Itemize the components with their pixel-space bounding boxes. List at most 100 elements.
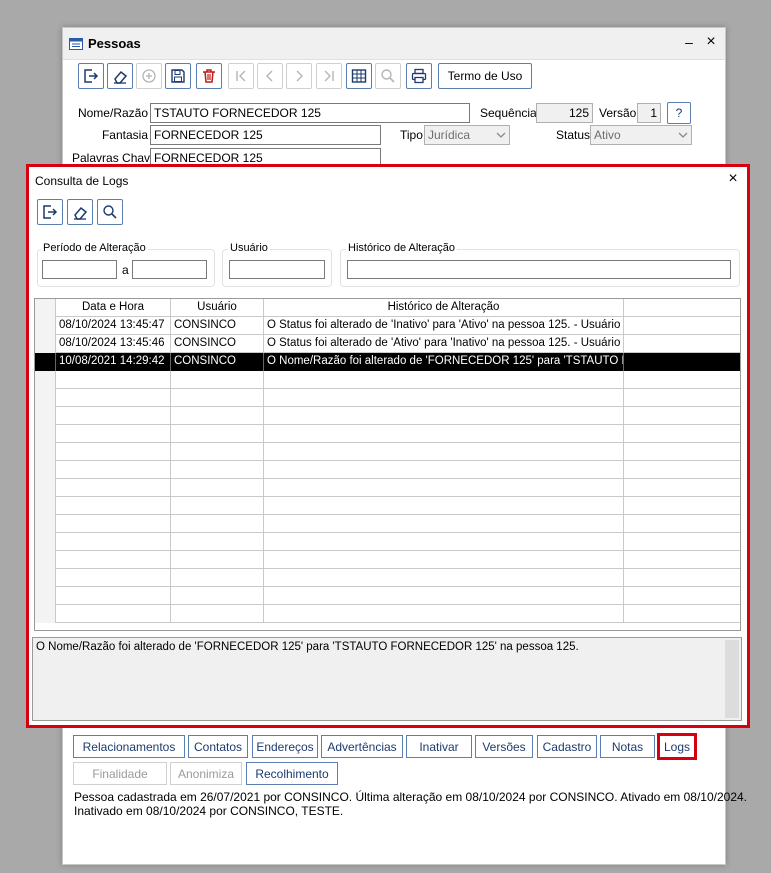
tipo-select[interactable]: Jurídica	[424, 125, 510, 145]
table-row[interactable]: 08/10/2024 13:45:46 CONSINCO O Status foi …	[35, 335, 740, 353]
cell-usuario	[171, 605, 264, 623]
tab-advertencias[interactable]: Advertências	[321, 735, 403, 758]
tab-cadastro[interactable]: Cadastro	[537, 735, 597, 758]
chevron-down-icon	[678, 132, 688, 138]
cell-extra	[624, 425, 740, 443]
table-row[interactable]	[35, 551, 740, 569]
cell-usuario: CONSINCO	[171, 335, 264, 353]
first-record-button[interactable]	[228, 63, 254, 89]
sequencia-field[interactable]: 125	[536, 103, 593, 123]
row-selector	[35, 389, 56, 407]
col-header-usuario[interactable]: Usuário	[171, 299, 264, 317]
next-record-button[interactable]	[286, 63, 312, 89]
table-row[interactable]	[35, 443, 740, 461]
clear-button[interactable]	[107, 63, 133, 89]
row-selector	[35, 317, 56, 335]
table-row[interactable]	[35, 461, 740, 479]
tab-enderecos[interactable]: Endereços	[252, 735, 318, 758]
table-row[interactable]	[35, 407, 740, 425]
versao-field[interactable]: 1	[637, 103, 661, 123]
tab-inativar[interactable]: Inativar	[406, 735, 472, 758]
cell-usuario	[171, 497, 264, 515]
logs-grid[interactable]: Data e Hora Usuário Histórico de Alteraç…	[34, 298, 741, 631]
last-icon	[324, 70, 334, 82]
cell-data-hora: 08/10/2024 13:45:46	[56, 335, 171, 353]
table-row[interactable]	[35, 515, 740, 533]
usuario-field[interactable]	[229, 260, 325, 279]
tab-finalidade[interactable]: Finalidade	[73, 762, 167, 785]
status-value: Ativo	[594, 128, 621, 142]
cell-data-hora	[56, 551, 171, 569]
periodo-end-field[interactable]	[132, 260, 207, 279]
grid-view-button[interactable]	[346, 63, 372, 89]
help-button[interactable]: ?	[667, 102, 691, 124]
table-row[interactable]	[35, 389, 740, 407]
grid-header: Data e Hora Usuário Histórico de Alteraç…	[35, 299, 740, 317]
cell-historico	[264, 605, 624, 623]
table-row[interactable]	[35, 479, 740, 497]
save-button[interactable]	[165, 63, 191, 89]
cell-usuario	[171, 515, 264, 533]
cell-extra	[624, 605, 740, 623]
table-row[interactable]	[35, 425, 740, 443]
cell-usuario	[171, 407, 264, 425]
tab-logs[interactable]: Logs	[657, 733, 697, 760]
cell-extra	[624, 533, 740, 551]
nome-field[interactable]: TSTAUTO FORNECEDOR 125	[150, 103, 470, 123]
historico-label: Histórico de Alteração	[346, 242, 457, 254]
table-row[interactable]	[35, 569, 740, 587]
last-record-button[interactable]	[316, 63, 342, 89]
fantasia-label: Fantasia	[101, 128, 148, 142]
periodo-start-field[interactable]	[42, 260, 117, 279]
delete-button[interactable]	[196, 63, 222, 89]
log-detail-text: O Nome/Razão foi alterado de 'FORNECEDOR…	[36, 641, 579, 653]
cell-historico: O Status foi alterado de 'Ativo' para 'I…	[264, 335, 624, 353]
dialog-search-button[interactable]	[97, 199, 123, 225]
dialog-exit-button[interactable]	[37, 199, 63, 225]
col-header-data-hora[interactable]: Data e Hora	[56, 299, 171, 317]
table-row[interactable]	[35, 497, 740, 515]
search-button[interactable]	[375, 63, 401, 89]
cell-usuario	[171, 533, 264, 551]
window-title: Pessoas	[88, 36, 141, 51]
tab-notas[interactable]: Notas	[600, 735, 655, 758]
previous-record-button[interactable]	[257, 63, 283, 89]
row-selector	[35, 551, 56, 569]
termo-de-uso-button[interactable]: Termo de Uso	[438, 63, 532, 89]
table-row[interactable]	[35, 587, 740, 605]
row-selector	[35, 353, 56, 371]
tab-relacionamentos[interactable]: Relacionamentos	[73, 735, 185, 758]
table-row[interactable]: 10/08/2021 14:29:42 CONSINCO O Nome/Razão …	[35, 353, 740, 371]
fantasia-field[interactable]: FORNECEDOR 125	[150, 125, 381, 145]
cell-extra	[624, 497, 740, 515]
tab-anonimiza[interactable]: Anonimiza	[170, 762, 242, 785]
status-select[interactable]: Ativo	[590, 125, 692, 145]
cell-extra	[624, 551, 740, 569]
historico-field[interactable]	[347, 260, 731, 279]
cell-historico: O Status foi alterado de 'Inativo' para …	[264, 317, 624, 335]
search-icon	[103, 205, 117, 219]
add-button[interactable]	[136, 63, 162, 89]
trash-icon	[203, 69, 215, 83]
detail-scrollbar[interactable]	[725, 640, 739, 718]
print-button[interactable]	[406, 63, 432, 89]
cell-data-hora: 10/08/2021 14:29:42	[56, 353, 171, 371]
cell-data-hora	[56, 407, 171, 425]
table-row[interactable]	[35, 371, 740, 389]
tab-recolhimento[interactable]: Recolhimento	[246, 762, 338, 785]
tipo-value: Jurídica	[428, 128, 471, 142]
exit-button[interactable]	[78, 63, 104, 89]
tab-contatos[interactable]: Contatos	[188, 735, 248, 758]
dialog-clear-button[interactable]	[67, 199, 93, 225]
table-row[interactable]: 08/10/2024 13:45:47 CONSINCO O Status foi …	[35, 317, 740, 335]
col-header-historico[interactable]: Histórico de Alteração	[264, 299, 624, 317]
cell-data-hora	[56, 461, 171, 479]
row-selector	[35, 587, 56, 605]
tab-versoes[interactable]: Versões	[475, 735, 533, 758]
table-row[interactable]	[35, 533, 740, 551]
dialog-close-button[interactable]: ×	[725, 170, 741, 188]
close-window-button[interactable]: ×	[703, 32, 719, 52]
table-row[interactable]	[35, 605, 740, 623]
log-detail-area[interactable]: O Nome/Razão foi alterado de 'FORNECEDOR…	[32, 637, 742, 721]
minimize-button[interactable]: –	[681, 32, 697, 52]
